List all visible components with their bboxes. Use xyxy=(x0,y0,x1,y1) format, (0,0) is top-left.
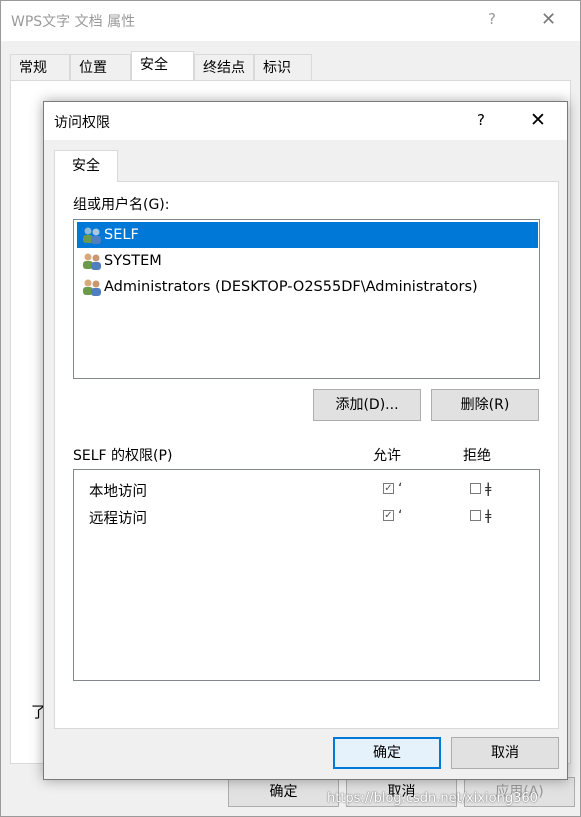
help-icon[interactable]: ? xyxy=(488,10,496,28)
deny-checkbox[interactable] xyxy=(470,483,481,494)
tab-endpoints[interactable]: 终结点 xyxy=(194,54,254,81)
cancel-button[interactable]: 取消 xyxy=(451,737,559,769)
dialog-close-icon[interactable]: ✕ xyxy=(530,109,546,131)
dialog-titlebar: 访问权限 ? ✕ xyxy=(44,102,567,140)
user-row-self[interactable]: SELF xyxy=(77,222,538,248)
remove-button[interactable]: 删除(R) xyxy=(431,389,539,421)
permission-name: 本地访问 xyxy=(89,484,147,500)
close-icon[interactable]: ✕ xyxy=(541,9,556,30)
user-group-icon xyxy=(83,279,101,296)
user-row-administrators[interactable]: Administrators (DESKTOP-O2S55DF\Administ… xyxy=(77,274,538,300)
tab-identity[interactable]: 标识 xyxy=(254,54,312,81)
add-button[interactable]: 添加(D)... xyxy=(313,389,421,421)
tab-location[interactable]: 位置 xyxy=(70,54,131,81)
truncated-glyph-icon: ǂ xyxy=(485,481,492,497)
dialog-title: 访问权限 xyxy=(54,115,110,131)
tab-security[interactable]: 安全 xyxy=(54,150,118,182)
permission-name: 远程访问 xyxy=(89,511,147,527)
tab-security[interactable]: 安全 xyxy=(131,51,194,81)
user-name: Administrators (DESKTOP-O2S55DF\Administ… xyxy=(104,279,478,295)
permission-row-local: 本地访问 ✓ ʻ ǂ xyxy=(74,477,539,503)
permissions-label: SELF 的权限(P) xyxy=(73,448,173,464)
allow-header: 允许 xyxy=(373,448,401,464)
tab-general[interactable]: 常规 xyxy=(10,54,70,81)
user-group-icon xyxy=(83,253,101,270)
allow-checkbox[interactable]: ✓ xyxy=(383,483,394,494)
user-list[interactable]: SELF SYSTEM Administrators (DESKTOP-O2S5… xyxy=(73,219,540,379)
dialog-help-icon[interactable]: ? xyxy=(477,111,485,129)
deny-checkbox[interactable] xyxy=(470,510,481,521)
deny-header: 拒绝 xyxy=(463,448,491,464)
truncated-glyph-icon: ʻ xyxy=(398,508,403,524)
properties-titlebar: WPS文字 文档 属性 ? ✕ xyxy=(1,1,580,41)
user-name: SELF xyxy=(104,227,139,243)
user-row-system[interactable]: SYSTEM xyxy=(77,248,538,274)
permissions-list: 本地访问 ✓ ʻ ǂ 远程访问 ✓ ʻ ǂ xyxy=(73,469,540,681)
truncated-glyph-icon: ǂ xyxy=(485,508,492,524)
access-permission-dialog: 访问权限 ? ✕ 安全 组或用户名(G): SELF SYSTEM Admini… xyxy=(43,101,568,780)
user-name: SYSTEM xyxy=(104,253,162,269)
group-user-label: 组或用户名(G): xyxy=(73,197,170,213)
watermark: https://blog.csdn.net/xixiong360 xyxy=(327,791,538,806)
properties-ok-button[interactable]: 确定 xyxy=(228,777,339,807)
allow-checkbox[interactable]: ✓ xyxy=(383,510,394,521)
ok-button[interactable]: 确定 xyxy=(333,737,441,769)
permission-row-remote: 远程访问 ✓ ʻ ǂ xyxy=(74,504,539,530)
properties-window-title: WPS文字 文档 属性 xyxy=(11,14,136,30)
truncated-glyph-icon: ʻ xyxy=(398,481,403,497)
user-group-icon xyxy=(83,227,101,244)
